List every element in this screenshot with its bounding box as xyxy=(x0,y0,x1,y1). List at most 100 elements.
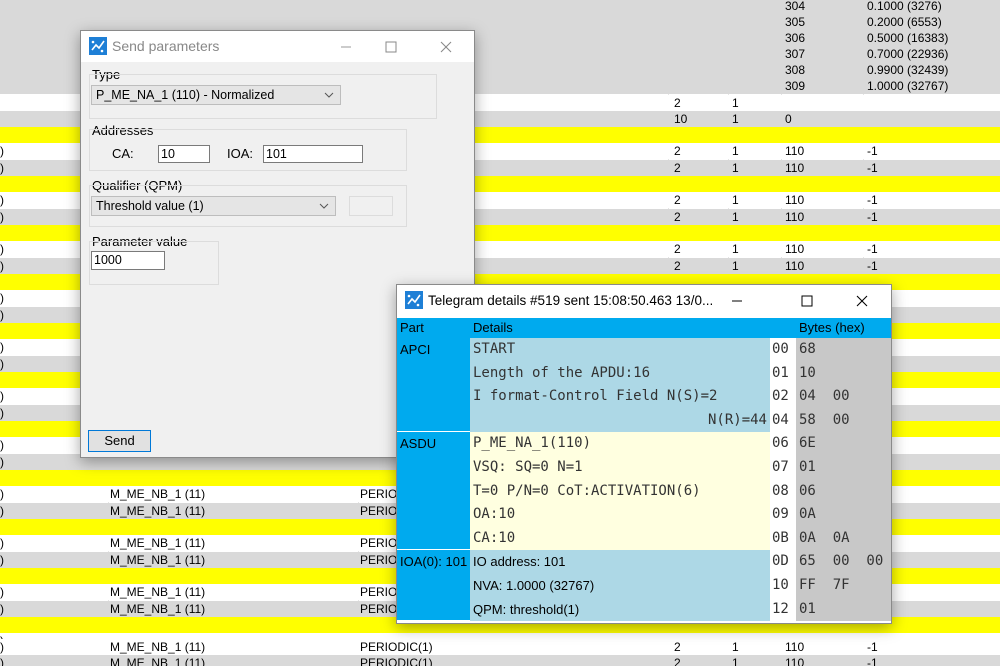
app-icon xyxy=(89,37,107,55)
minimize-button[interactable] xyxy=(323,31,369,62)
log-row[interactable]: M_ME_NB_1 (11) PERIODIC(1) 2 1 110 -1) xyxy=(0,639,1000,655)
detail-cell[interactable]: CA:10 xyxy=(470,526,770,551)
log-cell: PERIO xyxy=(360,536,398,550)
log-cell: ) xyxy=(0,656,4,666)
close-icon xyxy=(440,41,452,52)
log-cell: M_ME_NB_1 (11) xyxy=(110,585,206,599)
parameter-value-input[interactable]: 1000 xyxy=(91,251,165,270)
log-cell: 0.1000 (3276) xyxy=(867,0,942,13)
log-row[interactable]: 305 0.2000 (6553) xyxy=(0,14,1000,30)
log-cell: 1 xyxy=(732,161,739,175)
send-button[interactable]: Send xyxy=(88,430,151,452)
close-button[interactable] xyxy=(423,31,469,62)
type-select[interactable]: P_ME_NA_1 (110) - Normalized xyxy=(91,85,341,105)
detail-cell[interactable]: IO address: 101 xyxy=(470,550,770,574)
offset-cell: 07 xyxy=(770,456,796,480)
log-cell: M_ME_NB_1 (11) xyxy=(110,504,206,518)
log-row[interactable]: M_ME_NB_1 (11) PERIODIC(1) 2 1 110 -1) xyxy=(0,655,1000,666)
offset-cell: 06 xyxy=(770,432,796,456)
log-cell: 0.7000 (22936) xyxy=(867,47,949,61)
log-cell: 306 xyxy=(785,31,806,45)
part-label: IOA(0): 101 xyxy=(400,554,468,570)
telegram-details-titlebar[interactable]: Telegram details #519 sent 15:08:50.463 … xyxy=(397,285,891,316)
log-row[interactable]: 304 0.1000 (3276) xyxy=(0,0,1000,14)
detail-cell[interactable]: START xyxy=(470,338,770,362)
bytes-cell: 04 00 xyxy=(796,385,891,409)
offset-cell: 10 xyxy=(770,574,796,598)
detail-cell[interactable]: Length of the APDU:16 xyxy=(470,361,770,386)
maximize-icon xyxy=(801,295,813,306)
detail-cell[interactable]: N(R)=44 xyxy=(470,408,770,433)
bytes-cell: 10 xyxy=(796,361,891,386)
log-cell: PERIO xyxy=(360,487,398,501)
log-cell: 0.5000 (16383) xyxy=(867,31,949,45)
detail-cell[interactable]: VSQ: SQ=0 N=1 xyxy=(470,456,770,480)
column-header-part[interactable]: Part xyxy=(397,318,470,338)
log-cell: 308 xyxy=(785,63,806,77)
log-cell: M_ME_NB_1 (11) xyxy=(110,553,206,567)
log-cell: 309 xyxy=(785,79,806,93)
log-cell: ) xyxy=(0,536,4,550)
log-cell: 0 xyxy=(785,112,792,126)
ioa-input[interactable]: 101 xyxy=(263,145,363,163)
log-cell: M_ME_NB_1 (11) xyxy=(110,640,206,654)
ca-input[interactable]: 10 xyxy=(158,145,210,163)
send-parameters-titlebar[interactable]: Send parameters xyxy=(81,31,474,62)
log-cell: PERIODIC(1) xyxy=(360,640,433,654)
offset-cell: 04 xyxy=(770,408,796,433)
detail-cell[interactable]: OA:10 xyxy=(470,503,770,527)
part-cell-asdu: ASDU xyxy=(397,432,470,551)
log-cell: ) xyxy=(0,357,4,371)
minimize-icon xyxy=(341,46,351,47)
log-cell: PERIO xyxy=(360,504,398,518)
log-cell: -1 xyxy=(867,210,878,224)
maximize-button[interactable] xyxy=(784,285,830,316)
log-cell: PERIO xyxy=(360,602,398,616)
offset-cell: 09 xyxy=(770,503,796,527)
log-cell: 1 xyxy=(732,640,739,654)
ca-label: CA: xyxy=(112,146,134,161)
detail-cell[interactable]: T=0 P/N=0 CoT:ACTIVATION(6) xyxy=(470,479,770,504)
part-label: APCI xyxy=(400,342,431,357)
detail-cell[interactable]: I format-Control Field N(S)=2 xyxy=(470,385,770,409)
log-cell: ) xyxy=(0,210,4,224)
maximize-button[interactable] xyxy=(368,31,414,62)
log-cell: 1.0000 (32767) xyxy=(867,79,949,93)
offset-cell: 0B xyxy=(770,526,796,551)
detail-cell[interactable]: NVA: 1.0000 (32767) xyxy=(470,574,770,598)
log-cell: 1 xyxy=(732,210,739,224)
log-cell: ) xyxy=(0,291,4,305)
log-cell: 0.2000 (6553) xyxy=(867,15,942,29)
log-cell: 1 xyxy=(732,193,739,207)
log-cell: 110 xyxy=(785,193,805,207)
column-header-offset[interactable] xyxy=(770,318,796,338)
log-cell: ) xyxy=(0,640,4,654)
log-cell: ) xyxy=(0,602,4,616)
bytes-cell: 58 00 xyxy=(796,408,891,433)
log-cell: 110 xyxy=(785,161,805,175)
qualifier-select[interactable]: Threshold value (1) xyxy=(91,196,336,216)
qualifier-select-value: Threshold value (1) xyxy=(96,199,204,213)
minimize-button[interactable] xyxy=(714,285,760,316)
close-button[interactable] xyxy=(839,285,885,316)
type-select-value: P_ME_NA_1 (110) - Normalized xyxy=(96,88,275,102)
log-cell: ) xyxy=(0,308,4,322)
log-cell: 110 xyxy=(785,210,805,224)
log-cell: 110 xyxy=(785,259,805,273)
log-cell: ) xyxy=(0,455,4,469)
offset-cell: 12 xyxy=(770,597,796,622)
log-cell: ) xyxy=(0,242,4,256)
offset-cell: 0D xyxy=(770,550,796,574)
log-cell: ) xyxy=(0,487,4,501)
detail-cell[interactable]: QPM: threshold(1) xyxy=(470,597,770,622)
qualifier-extra-input xyxy=(349,196,393,216)
log-cell: ) xyxy=(0,504,4,518)
detail-cell[interactable]: P_ME_NA_1(110) xyxy=(470,432,770,456)
column-header-details[interactable]: Details xyxy=(470,318,770,338)
column-header-bytes[interactable]: Bytes (hex) xyxy=(796,318,891,338)
log-cell: 1 xyxy=(732,656,739,666)
log-cell: -1 xyxy=(867,640,878,654)
log-cell: PERIODIC(1) xyxy=(360,656,433,666)
bytes-cell: 65 00 00 xyxy=(796,550,891,574)
bytes-cell: 01 xyxy=(796,456,891,480)
